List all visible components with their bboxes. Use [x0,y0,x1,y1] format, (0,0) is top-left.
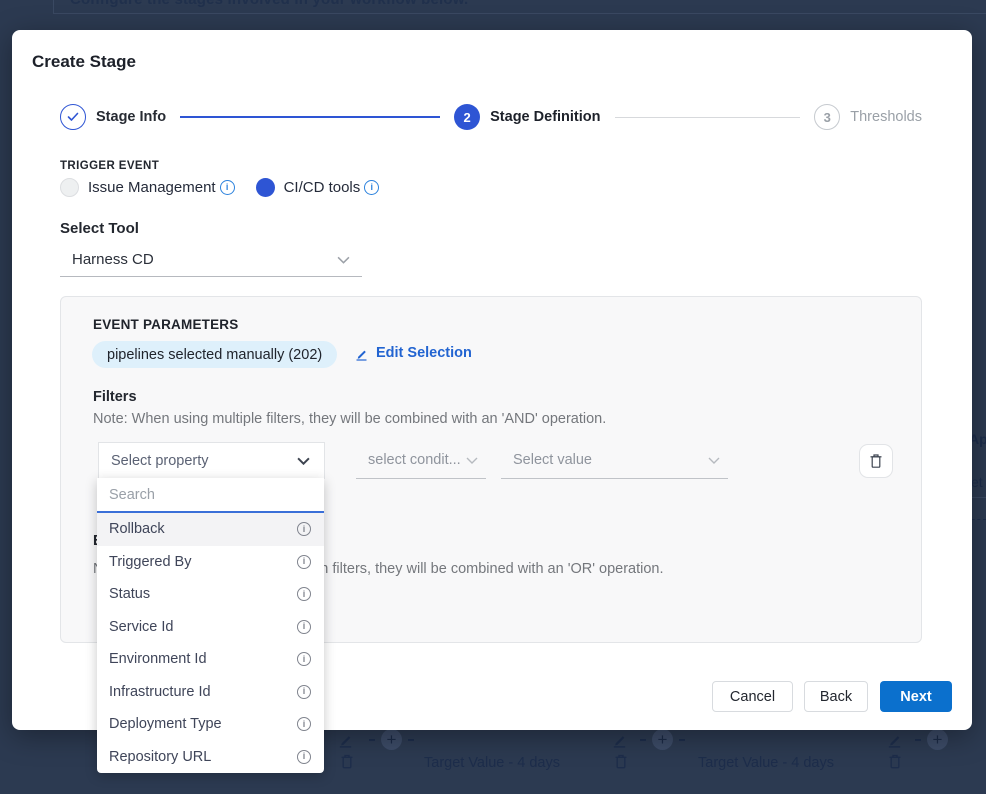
background-divider-vertical [53,0,54,13]
condition-select-placeholder: select condit... [368,452,466,468]
cancel-button[interactable]: Cancel [712,681,793,712]
background-text-fragment: et [971,474,983,490]
trigger-event-radio-group: Issue Management i CI/CD tools i [60,178,379,197]
step-3-circle[interactable]: 3 [814,104,840,130]
step-3-label: Thresholds [850,109,922,125]
info-icon[interactable]: i [297,555,311,569]
option-label: Status [109,586,150,602]
dropdown-option-rollback[interactable]: Rollback i [97,513,324,546]
dropdown-option-environment-id[interactable]: Environment Id i [97,643,324,676]
radio-cicd-tools-label[interactable]: CI/CD tools [284,179,361,196]
add-stage-icon: + [927,729,948,750]
value-select-placeholder: Select value [513,452,708,468]
trash-icon [869,453,883,469]
option-label: Infrastructure Id [109,684,211,700]
step-2-label: Stage Definition [490,109,600,125]
background-page-note: Configure the stages involved in your wo… [70,0,468,8]
stepper-connector-complete [180,116,440,118]
dropdown-search-input[interactable] [97,478,324,511]
edit-icon [886,731,903,748]
info-icon[interactable]: i [297,522,311,536]
info-icon[interactable]: i [297,620,311,634]
property-select[interactable]: Select property [98,442,325,479]
event-parameters-heading: EVENT PARAMETERS [93,317,238,332]
edit-pencil-icon [354,346,369,361]
background-target-value: Target Value - 4 days [424,755,560,771]
option-label: Service Id [109,619,173,635]
info-icon[interactable]: i [297,652,311,666]
chevron-down-icon [337,256,350,264]
info-icon[interactable]: i [364,180,379,195]
dropdown-option-status[interactable]: Status i [97,578,324,611]
step-2-active-circle[interactable]: 2 [454,104,480,130]
next-button[interactable]: Next [880,681,952,712]
condition-select[interactable]: select condit... [356,442,486,479]
filters-note: Note: When using multiple filters, they … [93,411,606,427]
chevron-down-icon [297,457,310,465]
value-select[interactable]: Select value [501,442,728,479]
edit-selection-link[interactable]: Edit Selection [354,345,472,361]
radio-cicd-tools[interactable] [256,178,275,197]
back-button[interactable]: Back [804,681,868,712]
trash-icon [614,753,628,770]
dropdown-option-service-id[interactable]: Service Id i [97,611,324,644]
dropdown-option-triggered-by[interactable]: Triggered By i [97,546,324,579]
info-icon[interactable]: i [220,180,235,195]
trash-icon [888,753,902,770]
edit-icon [611,731,628,748]
property-select-placeholder: Select property [111,453,297,469]
chevron-down-icon [466,457,478,464]
property-dropdown: Rollback i Triggered By i Status i Servi… [97,478,324,773]
dropdown-search[interactable] [97,478,324,513]
info-icon[interactable]: i [297,750,311,764]
stepper-connector-upcoming [615,117,801,118]
option-label: Repository URL [109,749,211,765]
background-divider-horizontal [53,13,986,14]
info-icon[interactable]: i [297,717,311,731]
select-tool-label: Select Tool [60,220,139,237]
step-1-label: Stage Info [96,109,166,125]
edit-icon [337,731,354,748]
add-stage-icon: + [652,729,673,750]
info-icon[interactable]: i [297,587,311,601]
background-connector [408,739,414,741]
trigger-event-label: TRIGGER EVENT [60,160,159,172]
radio-issue-management-label[interactable]: Issue Management [88,179,216,196]
edit-selection-label: Edit Selection [376,345,472,361]
option-label: Rollback [109,521,165,537]
radio-issue-management[interactable] [60,178,79,197]
modal-title: Create Stage [32,52,136,72]
filters-heading: Filters [93,389,137,405]
background-connector [915,739,921,741]
selection-badge: pipelines selected manually (202) [92,341,337,368]
delete-filter-button[interactable] [859,444,893,478]
step-1-complete-circle[interactable] [60,104,86,130]
background-connector [369,739,375,741]
dropdown-option-deployment-type[interactable]: Deployment Type i [97,708,324,741]
check-icon [67,112,79,122]
option-label: Triggered By [109,554,191,570]
stepper: Stage Info 2 Stage Definition 3 Threshol… [60,103,922,131]
info-icon[interactable]: i [297,685,311,699]
option-label: Environment Id [109,651,207,667]
add-stage-icon: + [381,729,402,750]
dropdown-option-repository-url[interactable]: Repository URL i [97,741,324,774]
background-connector [679,739,685,741]
trash-icon [340,753,354,770]
background-divider [972,497,986,498]
background-target-value: Target Value - 4 days [698,755,834,771]
option-label: Deployment Type [109,716,222,732]
background-connector [640,739,646,741]
chevron-down-icon [708,457,720,464]
tool-select-value: Harness CD [72,251,337,268]
tool-select[interactable]: Harness CD [60,243,362,277]
dropdown-option-infrastructure-id[interactable]: Infrastructure Id i [97,676,324,709]
